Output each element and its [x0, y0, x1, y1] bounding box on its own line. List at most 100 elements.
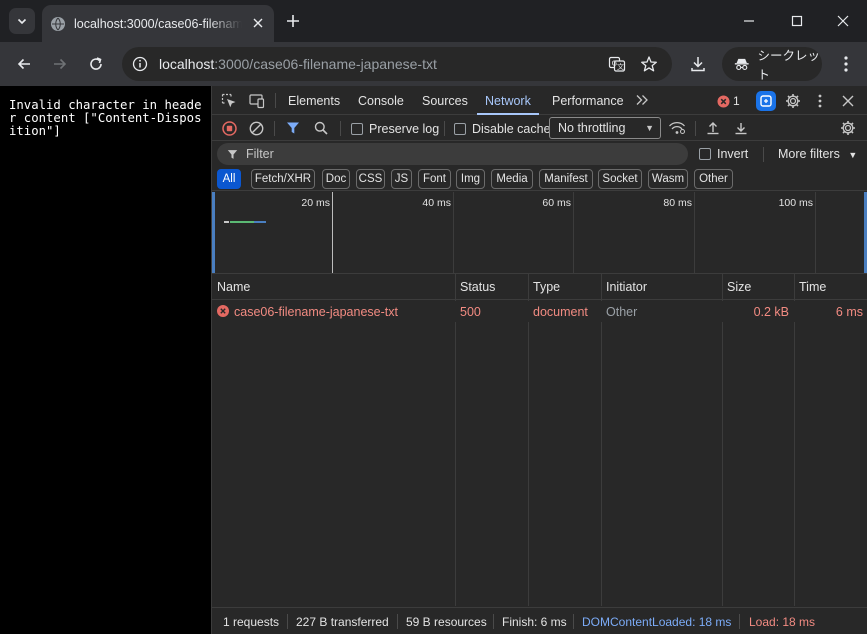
import-har-icon[interactable] [704, 119, 722, 137]
request-name-cell[interactable]: case06-filename-japanese-txt [212, 301, 455, 322]
chip-css[interactable]: CSS [356, 169, 385, 189]
chip-all[interactable]: All [217, 169, 241, 189]
column-divider [722, 274, 723, 606]
translate-icon[interactable]: G文 [603, 50, 631, 78]
devtools-ai-button[interactable] [756, 91, 776, 111]
request-initiator-cell: Other [606, 305, 638, 319]
preserve-log-checkbox[interactable]: Preserve log [351, 122, 439, 136]
column-header-status[interactable]: Status [455, 274, 528, 300]
network-settings-gear-icon[interactable] [839, 119, 857, 137]
close-icon [837, 15, 849, 27]
browser-tab[interactable]: localhost:3000/case06-filename-japanese-… [42, 5, 274, 42]
site-info-icon[interactable] [125, 49, 155, 79]
overview-gridline [694, 192, 695, 273]
overview-tick-label: 100 ms [778, 197, 813, 209]
column-header-name[interactable]: Name [212, 274, 455, 300]
filter-funnel-icon[interactable] [284, 119, 302, 137]
toolbar-separator [763, 147, 764, 162]
summary-separator [573, 614, 574, 629]
more-filters-dropdown[interactable]: More filters ▼ [778, 147, 857, 161]
more-tabs-icon[interactable] [634, 92, 650, 108]
tab-title: localhost:3000/case06-filename-japanese-… [74, 16, 242, 31]
toolbar-separator [444, 121, 445, 136]
timeline-overview[interactable]: 20 ms 40 ms 60 ms 80 ms 100 ms [212, 192, 867, 274]
throttling-select[interactable]: No throttling ▼ [549, 117, 661, 139]
tab-performance[interactable]: Performance [552, 86, 624, 115]
tab-console[interactable]: Console [358, 86, 404, 115]
chip-manifest[interactable]: Manifest [539, 169, 593, 189]
clear-icon[interactable] [247, 119, 265, 137]
column-header-initiator[interactable]: Initiator [601, 274, 722, 300]
chip-other[interactable]: Other [694, 169, 733, 189]
column-header-time[interactable]: Time [794, 274, 867, 300]
chip-wasm[interactable]: Wasm [648, 169, 688, 189]
tab-strip: localhost:3000/case06-filename-japanese-… [0, 0, 867, 42]
inspect-element-icon[interactable] [220, 92, 238, 110]
incognito-badge[interactable]: シークレット [722, 47, 822, 82]
bookmark-star-icon[interactable] [635, 50, 663, 78]
chip-media[interactable]: Media [491, 169, 533, 189]
tab-separator [275, 93, 276, 108]
filter-input[interactable]: Filter [217, 143, 688, 165]
close-window-button[interactable] [832, 10, 854, 32]
tab-sources[interactable]: Sources [422, 86, 468, 115]
checkbox-box[interactable] [699, 148, 711, 160]
arrow-left-icon [17, 58, 30, 70]
device-toolbar-icon[interactable] [247, 92, 265, 110]
globe-icon [51, 16, 65, 31]
caret-down-icon: ▼ [848, 150, 858, 160]
toolbar-separator [695, 121, 696, 136]
url-text: localhost:3000/case06-filename-japanese-… [159, 56, 437, 72]
address-bar[interactable]: localhost:3000/case06-filename-japanese-… [122, 47, 672, 81]
filter-row: Filter Invert More filters ▼ [212, 141, 867, 167]
minimize-icon [744, 20, 754, 22]
chip-doc[interactable]: Doc [322, 169, 350, 189]
settings-gear-icon[interactable] [784, 92, 802, 110]
minimize-button[interactable] [738, 10, 760, 32]
column-header-type[interactable]: Type [528, 274, 601, 300]
search-icon[interactable] [312, 119, 330, 137]
resource-type-filters: All Fetch/XHR Doc CSS JS Font Img Media … [212, 167, 867, 191]
chip-font[interactable]: Font [418, 169, 451, 189]
requests-table: Name Status Type Initiator Size Time cas… [212, 274, 867, 606]
export-har-icon[interactable] [732, 119, 750, 137]
more-vert-icon[interactable] [812, 92, 828, 110]
tab-elements[interactable]: Elements [288, 86, 340, 115]
chip-img[interactable]: Img [456, 169, 485, 189]
table-row[interactable]: case06-filename-japanese-txt 500 documen… [212, 301, 867, 322]
close-devtools-icon[interactable] [839, 92, 857, 110]
overview-request-bar [230, 221, 254, 223]
network-conditions-icon[interactable] [667, 119, 687, 137]
downloads-button[interactable] [684, 50, 712, 78]
browser-menu-button[interactable] [832, 50, 860, 78]
overview-left-handle[interactable] [212, 192, 215, 273]
column-header-size[interactable]: Size [722, 274, 794, 300]
chip-fetch-xhr[interactable]: Fetch/XHR [251, 169, 315, 189]
tab-network[interactable]: Network [477, 86, 539, 115]
tab-search-button[interactable] [9, 8, 35, 34]
chip-js[interactable]: JS [391, 169, 412, 189]
reload-button[interactable] [82, 50, 110, 78]
chip-socket[interactable]: Socket [598, 169, 642, 189]
checkbox-box[interactable] [454, 123, 466, 135]
table-header: Name Status Type Initiator Size Time [212, 274, 867, 300]
error-count: 1 [733, 94, 740, 108]
checkbox-box[interactable] [351, 123, 363, 135]
back-button[interactable] [10, 50, 38, 78]
error-counter[interactable]: 1 [717, 94, 740, 108]
tab-close-button[interactable] [250, 15, 266, 31]
record-stop-icon[interactable] [220, 119, 238, 137]
overview-waiting-bar [224, 221, 229, 223]
invert-checkbox[interactable]: Invert [699, 147, 748, 161]
overview-gridline [815, 192, 816, 273]
disable-cache-checkbox[interactable]: Disable cache [454, 122, 551, 136]
summary-finish: Finish: 6 ms [502, 615, 567, 629]
arrow-right-icon [54, 58, 67, 70]
overview-tick-label: 60 ms [542, 197, 571, 209]
new-tab-button[interactable] [282, 10, 304, 32]
forward-button[interactable] [46, 50, 74, 78]
request-size-cell: 0.2 kB [753, 305, 789, 319]
page-viewport: Invalid character in header content ["Co… [0, 86, 211, 634]
summary-separator [397, 614, 398, 629]
maximize-button[interactable] [786, 10, 808, 32]
